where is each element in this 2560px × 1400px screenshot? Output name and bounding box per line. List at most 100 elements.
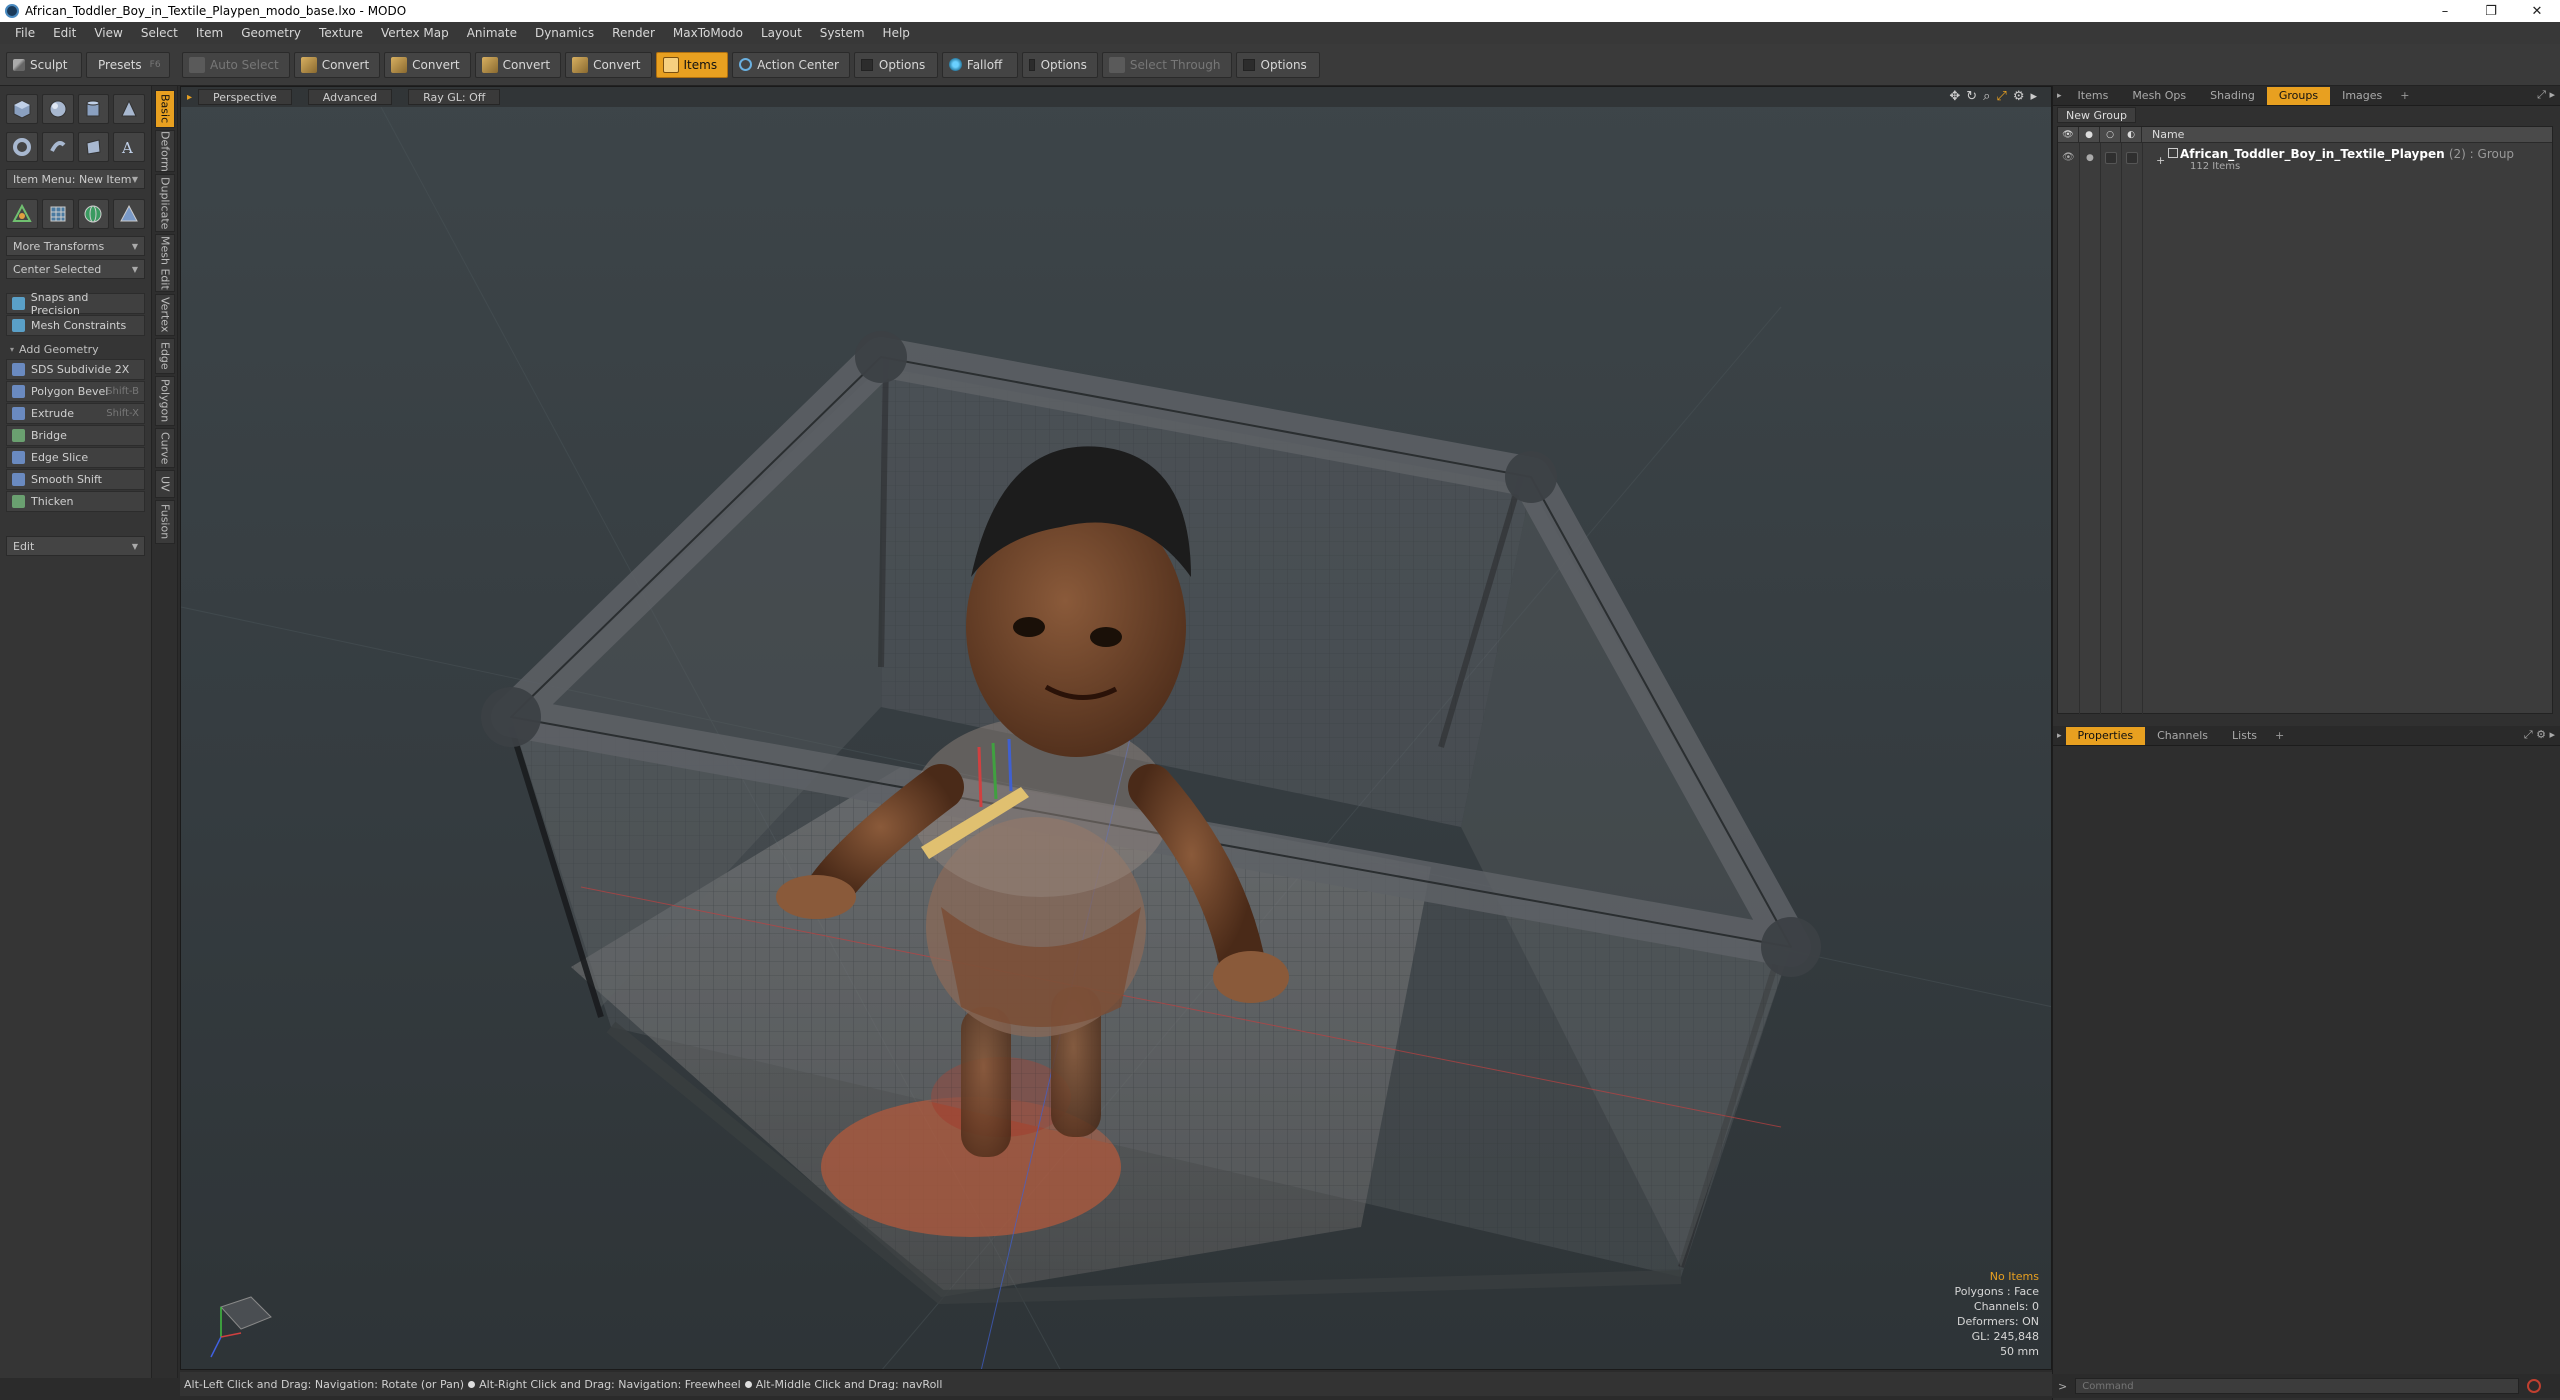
sds-subdivide-button[interactable]: SDS Subdivide 2X [6,359,145,380]
action-center-button[interactable]: Action Center [732,51,850,78]
action-center-options-button[interactable]: Options [853,51,938,78]
menu-dynamics[interactable]: Dynamics [526,22,603,44]
select-toggle[interactable] [2126,152,2138,164]
menu-geometry[interactable]: Geometry [232,22,310,44]
expand-arrow-icon[interactable]: ▸ [2030,89,2037,104]
advanced-tab[interactable]: Advanced [307,89,393,105]
extrude-button[interactable]: Extrude Shift-X [6,403,145,424]
3d-viewport[interactable]: ▸ Perspective Advanced Ray GL: Off ✥ ↻ ⌕… [180,86,2052,1370]
panel-menu-icon[interactable]: ▸ [2057,91,2062,101]
select-column-icon[interactable]: ◐ [2121,127,2142,142]
tab-mesh-edit[interactable]: Mesh Edit [155,234,175,292]
menu-maxtomodo[interactable]: MaxToModo [664,22,752,44]
command-history-icon[interactable] [2527,1379,2542,1393]
select-through-options-checkbox[interactable] [1242,58,1255,71]
menu-animate[interactable]: Animate [458,22,526,44]
gear-icon[interactable]: ⚙ [2013,89,2025,104]
tab-duplicate[interactable]: Duplicate [155,174,175,232]
thicken-button[interactable]: Thicken [6,491,145,512]
capsule-tool-button[interactable] [41,132,74,162]
tab-fusion[interactable]: Fusion [155,500,175,544]
menu-vertex-map[interactable]: Vertex Map [372,22,458,44]
add-geometry-header[interactable]: ▾ Add Geometry [6,340,145,358]
bridge-button[interactable]: Bridge [6,425,145,446]
falloff-options-checkbox[interactable] [1028,58,1035,71]
smooth-shift-button[interactable]: Smooth Shift [6,469,145,490]
tab-mesh-ops[interactable]: Mesh Ops [2120,87,2198,105]
expand-toggle-icon[interactable]: + [2156,154,2165,167]
tab-polygon[interactable]: Polygon [155,376,175,426]
tab-lists[interactable]: Lists [2220,727,2269,745]
render-toggle-icon[interactable]: ● [2086,153,2094,163]
menu-select[interactable]: Select [132,22,187,44]
zoom-icon[interactable]: ⌕ [1983,89,1990,104]
snaps-precision-button[interactable]: Snaps and Precision [6,291,145,317]
falloff-options-button[interactable]: Options [1021,51,1098,78]
edit-dropdown[interactable]: Edit ▼ [6,536,145,556]
viewport-menu-icon[interactable]: ▸ [187,92,192,103]
text-tool-button[interactable]: A [113,132,145,162]
render-column-icon[interactable]: ● [2079,127,2100,142]
select-through-button[interactable]: Select Through [1101,51,1232,78]
menu-edit[interactable]: Edit [44,22,85,44]
group-row[interactable]: 👁 ● + African_Toddler_Boy_in_Textile_Pla… [2058,145,2552,175]
items-mode-button[interactable]: Items [655,51,729,78]
mesh-constraints-button[interactable]: Mesh Constraints [6,315,145,336]
add-tab-button[interactable]: + [2269,727,2290,745]
more-transforms-dropdown[interactable]: More Transforms ▼ [6,236,145,256]
minimize-button[interactable]: – [2422,0,2468,22]
pan-icon[interactable]: ✥ [1949,89,1960,104]
menu-item[interactable]: Item [187,22,232,44]
panel-menu-icon[interactable]: ▸ [2057,731,2062,741]
panel-settings-icon[interactable]: ⤢ ⚙ ▸ [2524,728,2555,742]
options-checkbox[interactable] [860,58,873,71]
visibility-toggle-icon[interactable]: 👁 [2062,152,2075,164]
sculpt-button[interactable]: Sculpt [6,51,82,78]
tab-vertex[interactable]: Vertex [155,294,175,336]
name-column-header[interactable]: Name [2142,127,2552,142]
perspective-tab[interactable]: Perspective [198,89,292,105]
menu-system[interactable]: System [811,22,874,44]
tab-items[interactable]: Items [2066,87,2121,105]
convert-materials-button[interactable]: Convert [565,51,652,78]
panel-expand-icon[interactable]: ⤢ ▸ [2537,88,2555,102]
falloff-button[interactable]: Falloff [941,51,1018,78]
menu-layout[interactable]: Layout [752,22,811,44]
restore-button[interactable]: ❐ [2468,0,2514,22]
presets-button[interactable]: Presets F6 [86,51,170,78]
menu-view[interactable]: View [85,22,131,44]
raygl-tab[interactable]: Ray GL: Off [408,89,501,105]
tab-properties[interactable]: Properties [2065,726,2146,745]
edge-slice-button[interactable]: Edge Slice [6,447,145,468]
tab-basic[interactable]: Basic [155,90,175,128]
close-button[interactable]: ✕ [2514,0,2560,22]
transform-tool-button[interactable] [6,199,38,229]
tab-groups[interactable]: Groups [2266,86,2331,105]
visibility-column-icon[interactable]: 👁 [2058,127,2079,142]
tab-deform[interactable]: Deform [155,130,175,172]
grid-tool-button[interactable] [41,199,74,229]
new-group-button[interactable]: New Group [2057,107,2136,123]
lock-column-icon[interactable]: ○ [2100,127,2121,142]
pyramid-tool-button[interactable] [113,199,145,229]
center-selected-dropdown[interactable]: Center Selected ▼ [6,259,145,279]
tab-channels[interactable]: Channels [2145,727,2220,745]
menu-file[interactable]: File [6,22,44,44]
convert-edges-button[interactable]: Convert [384,51,471,78]
rotate-icon[interactable]: ↻ [1966,89,1977,104]
convert-polygons-button[interactable]: Convert [474,51,562,78]
sphere-tool-button[interactable] [41,94,74,124]
lock-toggle[interactable] [2105,152,2117,164]
menu-render[interactable]: Render [603,22,664,44]
polygon-bevel-button[interactable]: Polygon Bevel Shift-B [6,381,145,402]
command-input[interactable] [2075,1378,2520,1394]
tab-edge[interactable]: Edge [155,338,175,374]
tab-images[interactable]: Images [2330,87,2394,105]
add-tab-button[interactable]: + [2394,87,2415,105]
cone-tool-button[interactable] [113,94,145,124]
select-through-options-button[interactable]: Options [1235,51,1320,78]
globe-tool-button[interactable] [77,199,110,229]
menu-help[interactable]: Help [874,22,919,44]
cube-tool-button[interactable] [6,94,38,124]
convert-vertices-button[interactable]: Convert [293,51,381,78]
